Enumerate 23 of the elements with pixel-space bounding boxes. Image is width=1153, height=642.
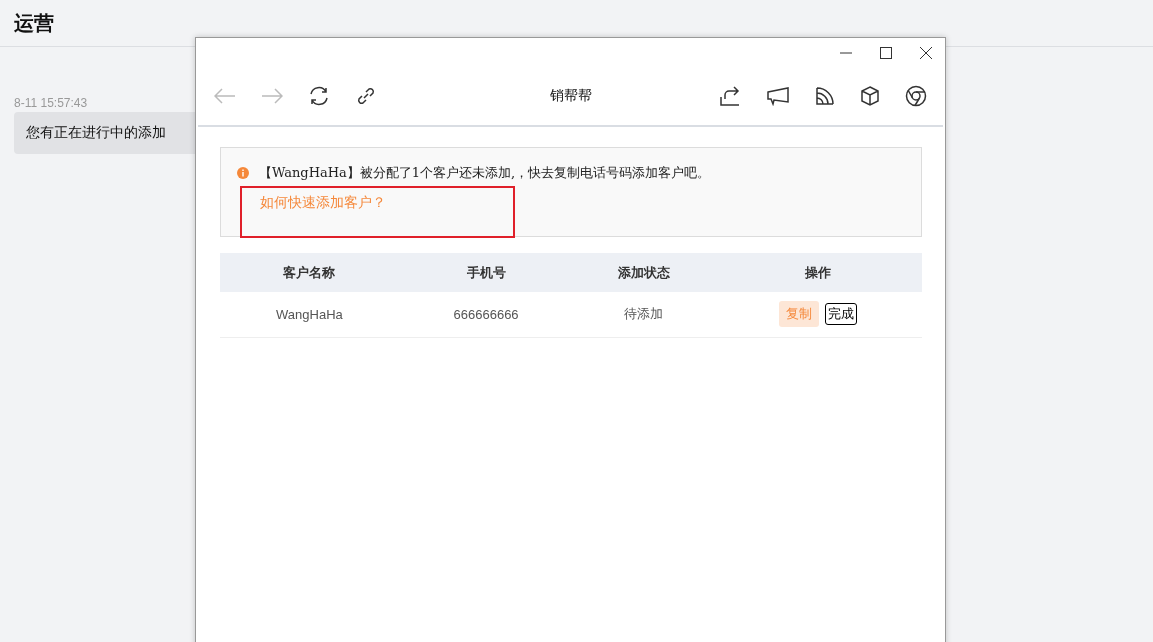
- refresh-icon[interactable]: [308, 85, 330, 107]
- cube-icon[interactable]: [860, 86, 880, 106]
- column-header: 操作: [804, 264, 831, 280]
- column-header: 客户名称: [283, 264, 336, 280]
- window-title: 销帮帮: [549, 87, 592, 105]
- link-icon[interactable]: [355, 85, 377, 107]
- done-button[interactable]: 完成: [824, 303, 857, 326]
- column-header: 添加状态: [617, 264, 670, 280]
- page-title: 运营: [14, 9, 54, 37]
- column-header: 手机号: [466, 264, 506, 280]
- table-cell: 666666666: [453, 306, 519, 322]
- close-icon[interactable]: [920, 47, 932, 59]
- share-icon[interactable]: [719, 85, 741, 107]
- rss-icon[interactable]: [815, 86, 835, 106]
- copy-button[interactable]: 复制: [778, 301, 819, 328]
- notice-text: 【WangHaHa】被分配了1个客户还未添加,，快去复制电话号码添加客户吧。: [259, 164, 711, 182]
- maximize-icon[interactable]: [880, 47, 892, 59]
- megaphone-icon[interactable]: [766, 86, 790, 106]
- table-cell: WangHaHa: [276, 306, 343, 322]
- info-icon: [237, 167, 249, 179]
- help-link[interactable]: 如何快速添加客户？: [260, 194, 386, 210]
- table-cell: 待添加: [624, 306, 664, 322]
- message-time: 8-11 15:57:43: [14, 96, 88, 110]
